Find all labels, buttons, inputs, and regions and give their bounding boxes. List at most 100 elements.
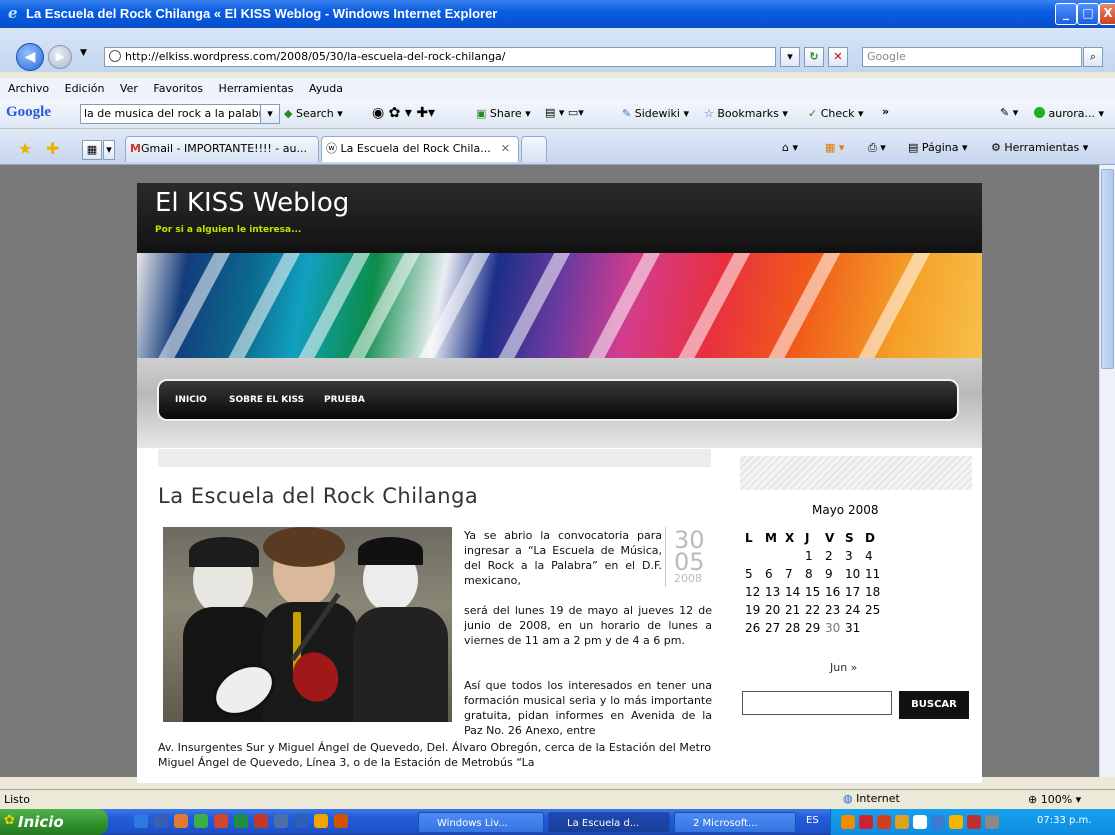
- wordpress-icon: ⓦ: [326, 142, 337, 155]
- task-windows-live[interactable]: Windows Liv...: [418, 812, 544, 833]
- calendar-day: 31: [845, 621, 861, 635]
- quicklaunch-ps-icon[interactable]: [154, 814, 168, 828]
- search-input[interactable]: Google: [862, 47, 1082, 67]
- tools-menu-button[interactable]: ⚙ Herramientas ▾: [991, 141, 1088, 154]
- post-photo[interactable]: [163, 527, 452, 722]
- tray-icon[interactable]: [877, 815, 891, 829]
- forward-button[interactable]: ▶: [48, 45, 72, 69]
- google-query-dropdown[interactable]: ▾: [260, 104, 280, 124]
- nav-prueba[interactable]: PRUEBA: [324, 395, 365, 405]
- wrench-icon[interactable]: ✎ ▾: [1000, 106, 1018, 119]
- calendar-day: 24: [845, 603, 861, 617]
- sidewiki-button[interactable]: ✎ Sidewiki ▾: [622, 107, 689, 120]
- language-indicator[interactable]: ES: [806, 815, 819, 826]
- feeds-icon[interactable]: ▦ ▾: [825, 141, 844, 154]
- home-icon[interactable]: ⌂ ▾: [782, 141, 798, 154]
- blog-title[interactable]: El KISS Weblog: [155, 188, 349, 218]
- translate-icon[interactable]: ▤ ▾ ▭▾: [545, 106, 584, 119]
- menu-archivo[interactable]: Archivo: [8, 82, 49, 95]
- new-tab-button[interactable]: [521, 136, 547, 162]
- task-microsoft[interactable]: 2 Microsoft...: [674, 812, 796, 833]
- tab-list-button[interactable]: ▾: [103, 140, 115, 160]
- zone-indicator[interactable]: ◍ Internet: [843, 792, 900, 805]
- calendar-day: 4: [865, 549, 873, 563]
- menu-edicion[interactable]: Edición: [65, 82, 105, 95]
- search-icon[interactable]: ⌕: [1083, 47, 1103, 67]
- bookmarks-button[interactable]: ☆ Bookmarks ▾: [704, 107, 788, 120]
- quicklaunch-word-icon[interactable]: [294, 814, 308, 828]
- menu-ver[interactable]: Ver: [120, 82, 138, 95]
- google-search-input[interactable]: la de musica del rock a la palabra: [80, 104, 261, 124]
- nav-inicio[interactable]: INICIO: [175, 395, 207, 405]
- tray-icon[interactable]: [967, 815, 981, 829]
- more-button[interactable]: »: [882, 105, 889, 118]
- clock[interactable]: 07:33 p.m.: [1037, 815, 1091, 826]
- google-logo: Google: [6, 104, 51, 120]
- quicklaunch-messenger-icon[interactable]: [194, 814, 208, 828]
- calendar-day: [745, 547, 765, 565]
- tray-icon[interactable]: [931, 815, 945, 829]
- print-icon[interactable]: ⎙ ▾: [868, 141, 886, 155]
- scrollbar-thumb[interactable]: [1101, 169, 1114, 369]
- tab-label: Gmail - IMPORTANTE!!!! - au...: [140, 142, 307, 155]
- header-banner-image: [137, 253, 982, 358]
- toolbar-icons[interactable]: ◉ ✿ ▾ ✚▾: [372, 105, 435, 121]
- calendar-day-header: J: [805, 531, 810, 545]
- start-button[interactable]: Inicio: [0, 809, 108, 835]
- tray-icon[interactable]: [895, 815, 909, 829]
- address-input[interactable]: http://elkiss.wordpress.com/2008/05/30/l…: [104, 47, 776, 67]
- account-button[interactable]: aurora... ▾: [1034, 107, 1104, 120]
- refresh-button[interactable]: ↻: [804, 47, 824, 67]
- close-button[interactable]: X: [1099, 3, 1115, 25]
- windows-flag-icon: ✿: [4, 813, 15, 828]
- tab-la-escuela[interactable]: ⓦ La Escuela del Rock Chila... ✕: [321, 136, 519, 162]
- tab-gmail[interactable]: MGmail - IMPORTANTE!!!! - au...: [125, 136, 319, 162]
- menu-ayuda[interactable]: Ayuda: [309, 82, 343, 95]
- task-la-escuela[interactable]: La Escuela d...: [548, 812, 670, 833]
- favorites-star-icon[interactable]: ★: [18, 139, 32, 158]
- add-favorite-icon[interactable]: ✚: [46, 139, 59, 158]
- minimize-button[interactable]: _: [1055, 3, 1077, 25]
- calendar-day: 2: [825, 549, 833, 563]
- gmail-icon: M: [130, 142, 141, 155]
- spellcheck-button[interactable]: ✓ Check ▾: [808, 107, 864, 120]
- quick-tabs-button[interactable]: ▦: [82, 140, 102, 160]
- quicklaunch-outlook-icon[interactable]: [274, 814, 288, 828]
- calendar-next-link[interactable]: Jun »: [830, 661, 857, 674]
- calendar-day-linked[interactable]: 30: [825, 619, 845, 637]
- menu-bar: Archivo Edición Ver Favoritos Herramient…: [0, 78, 1115, 100]
- tray-icon[interactable]: [859, 815, 873, 829]
- post-title[interactable]: La Escuela del Rock Chilanga: [158, 484, 478, 508]
- sidebar-search-input[interactable]: [742, 691, 892, 715]
- quicklaunch-excel-icon[interactable]: [234, 814, 248, 828]
- quicklaunch-ie-icon[interactable]: [134, 814, 148, 828]
- tray-icon[interactable]: [985, 815, 999, 829]
- zoom-control[interactable]: ⊕ 100% ▾: [1028, 793, 1081, 806]
- google-search-button[interactable]: ◆ Search ▾: [284, 107, 343, 120]
- quicklaunch-firefox-icon[interactable]: [174, 814, 188, 828]
- quicklaunch-other-icon[interactable]: [334, 814, 348, 828]
- menu-herramientas[interactable]: Herramientas: [219, 82, 294, 95]
- tab-close-icon[interactable]: ✕: [501, 137, 510, 161]
- quicklaunch-app-icon[interactable]: [214, 814, 228, 828]
- share-button[interactable]: ▣ Share ▾: [476, 107, 531, 120]
- history-dropdown-icon[interactable]: ▼: [80, 48, 87, 58]
- address-dropdown-button[interactable]: ▾: [780, 47, 800, 67]
- calendar-grid: L M X J V S D 1 2 3 4 5 6 7 8 9 10 11 12…: [745, 529, 905, 637]
- quicklaunch-access-icon[interactable]: [254, 814, 268, 828]
- maximize-button[interactable]: □: [1077, 3, 1099, 25]
- calendar-day: 6: [765, 567, 773, 581]
- tray-icon[interactable]: [841, 815, 855, 829]
- vertical-scrollbar[interactable]: [1099, 165, 1115, 777]
- back-button[interactable]: ◀: [16, 43, 44, 71]
- menu-favoritos[interactable]: Favoritos: [153, 82, 203, 95]
- tray-icon[interactable]: [913, 815, 927, 829]
- stop-button[interactable]: ✕: [828, 47, 848, 67]
- tray-icon[interactable]: [949, 815, 963, 829]
- quicklaunch-media-icon[interactable]: [314, 814, 328, 828]
- page-menu-button[interactable]: ▤ Página ▾: [908, 141, 968, 154]
- window-titlebar[interactable]: e La Escuela del Rock Chilanga « El KISS…: [0, 0, 1115, 28]
- search-button[interactable]: BUSCAR: [899, 691, 969, 719]
- nav-sobre-el-kiss[interactable]: SOBRE EL KISS: [229, 395, 304, 405]
- post-paragraph-1-cont: será del lunes 19 de mayo al jueves 12 d…: [464, 604, 712, 647]
